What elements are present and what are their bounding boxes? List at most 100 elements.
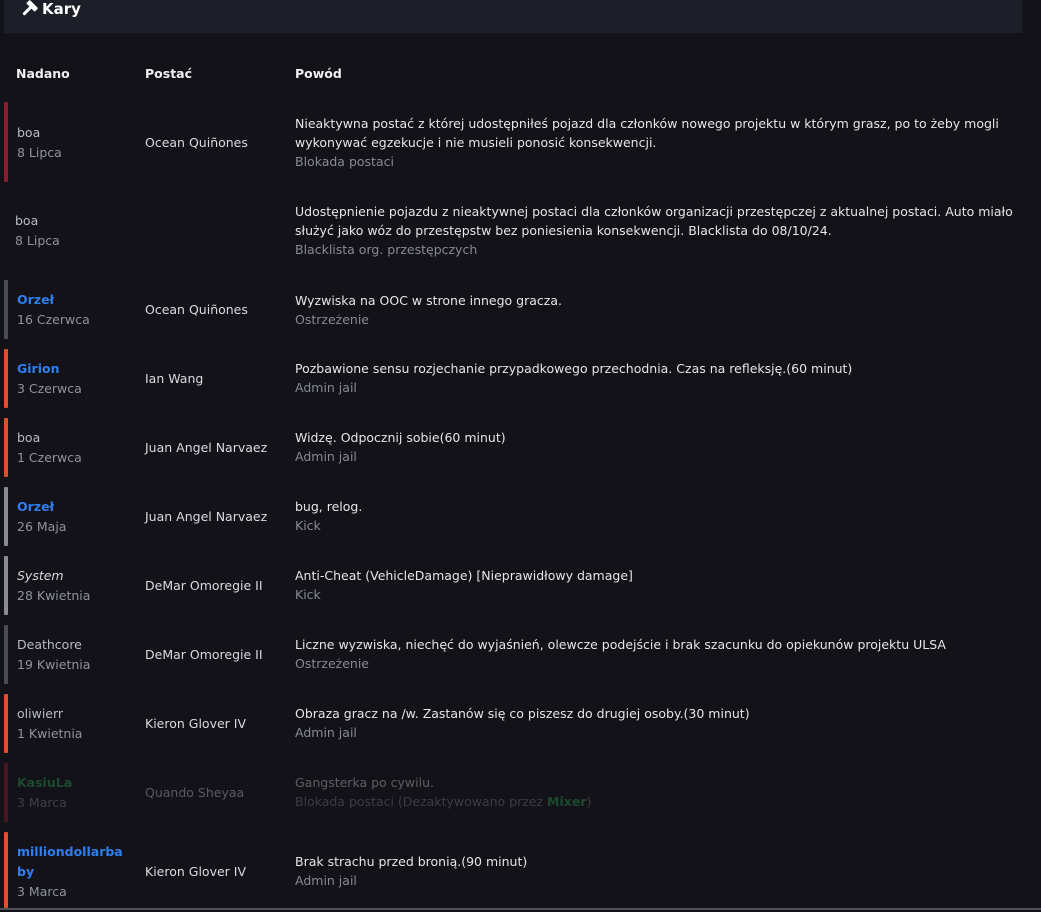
given-cell: Girion 3 Czerwca <box>17 359 137 399</box>
severity-bar <box>4 102 8 182</box>
character-name[interactable]: Juan Angel Narvaez <box>145 440 290 455</box>
reason-text: Obraza gracz na /w. Zastanów się co pisz… <box>295 706 750 721</box>
reason-text: Pozbawione sensu rozjechanie przypadkowe… <box>295 361 853 376</box>
given-cell: milliondollarbaby 3 Marca <box>17 842 123 902</box>
reason-cell: Obraza gracz na /w. Zastanów się co pisz… <box>295 704 1019 743</box>
admin-name[interactable]: Orzeł <box>17 497 137 517</box>
admin-name[interactable]: Orzeł <box>17 290 137 310</box>
admin-name[interactable]: boa <box>17 123 137 143</box>
penalty-type: Kick <box>295 518 321 533</box>
reason-text: Brak strachu przed bronią.(90 minut) <box>295 854 528 869</box>
penalty-type: Admin jail <box>295 725 357 740</box>
reason-cell: Gangsterka po cywilu. Blokada postaci (D… <box>295 773 1019 812</box>
table-row: oliwierr 1 Kwietnia Kieron Glover IV Obr… <box>0 694 1041 753</box>
table-header: Nadano Postać Powód <box>0 60 1041 86</box>
severity-bar <box>4 487 8 546</box>
admin-name[interactable]: boa <box>17 428 137 448</box>
penalty-type: Ostrzeżenie <box>295 312 369 327</box>
reason-cell: Anti-Cheat (VehicleDamage) [Nieprawidłow… <box>295 566 1019 605</box>
horizontal-scrollbar[interactable] <box>0 908 1041 910</box>
admin-name[interactable]: Deathcore <box>17 635 137 655</box>
admin-name[interactable]: oliwierr <box>17 704 137 724</box>
character-name[interactable]: DeMar Omoregie II <box>145 647 290 662</box>
deactivated-by-name[interactable]: Mixer <box>547 794 586 809</box>
penalty-date: 1 Kwietnia <box>17 726 83 741</box>
character-name[interactable]: Juan Angel Narvaez <box>145 509 290 524</box>
penalty-type: Admin jail <box>295 449 357 464</box>
penalty-type: Kick <box>295 587 321 602</box>
admin-name[interactable]: Girion <box>17 359 137 379</box>
severity-bar <box>4 418 8 477</box>
column-header-character: Postać <box>145 66 193 81</box>
penalty-date: 16 Czerwca <box>17 312 90 327</box>
reason-cell: Udostępnienie pojazdu z nieaktywnej post… <box>295 202 1019 260</box>
penalty-type: Admin jail <box>295 380 357 395</box>
table-row: Girion 3 Czerwca Ian Wang Pozbawione sen… <box>0 349 1041 408</box>
table-row: milliondollarbaby 3 Marca Kieron Glover … <box>0 832 1041 908</box>
reason-cell: Widzę. Odpocznij sobie(60 minut) Admin j… <box>295 428 1019 467</box>
reason-text: Udostępnienie pojazdu z nieaktywnej post… <box>295 204 1013 238</box>
character-name[interactable]: Kieron Glover IV <box>145 864 290 879</box>
severity-bar <box>4 349 8 408</box>
table-row: KasiuLa 3 Marca Quando Sheyaa Gangsterka… <box>0 763 1041 822</box>
reason-text: Liczne wyzwiska, niechęć do wyjaśnień, o… <box>295 637 946 652</box>
reason-cell: Pozbawione sensu rozjechanie przypadkowe… <box>295 359 1019 398</box>
page-header: Kary <box>4 0 1022 33</box>
given-cell: boa 1 Czerwca <box>17 428 137 468</box>
column-header-reason: Powód <box>295 66 342 81</box>
penalty-date: 26 Maja <box>17 519 67 534</box>
penalty-date: 8 Lipca <box>17 145 62 160</box>
given-cell: oliwierr 1 Kwietnia <box>17 704 137 744</box>
admin-name[interactable]: milliondollarbaby <box>17 842 123 882</box>
character-name[interactable]: Ocean Quiñones <box>145 135 290 150</box>
penalty-date: 3 Marca <box>17 884 67 899</box>
given-cell: Deathcore 19 Kwietnia <box>17 635 137 675</box>
character-name[interactable]: Quando Sheyaa <box>145 785 290 800</box>
hammer-icon <box>22 0 38 16</box>
penalty-type: Blokada postaci (Dezaktywowano przez Mix… <box>295 792 1019 812</box>
admin-name: System <box>17 568 64 583</box>
given-cell: KasiuLa 3 Marca <box>17 773 137 813</box>
admin-name[interactable]: KasiuLa <box>17 773 137 793</box>
penalty-date: 3 Czerwca <box>17 381 82 396</box>
character-name[interactable]: DeMar Omoregie II <box>145 578 290 593</box>
penalty-type: Blacklista org. przestępczych <box>295 242 478 257</box>
severity-bar <box>4 763 8 822</box>
character-name[interactable]: Ian Wang <box>145 371 290 386</box>
penalty-type: Admin jail <box>295 873 357 888</box>
reason-cell: Liczne wyzwiska, niechęć do wyjaśnień, o… <box>295 635 1019 674</box>
given-cell: boa 8 Lipca <box>15 211 135 251</box>
reason-text: Widzę. Odpocznij sobie(60 minut) <box>295 430 506 445</box>
severity-bar <box>4 694 8 753</box>
penalty-date: 1 Czerwca <box>17 450 82 465</box>
given-cell: boa 8 Lipca <box>17 123 137 163</box>
reason-text: Anti-Cheat (VehicleDamage) [Nieprawidłow… <box>295 568 633 583</box>
given-cell: Orzeł 16 Czerwca <box>17 290 137 330</box>
table-row: boa 8 Lipca Ocean Quiñones Nieaktywna po… <box>0 102 1041 182</box>
penalty-date: 19 Kwietnia <box>17 657 91 672</box>
column-header-given: Nadano <box>16 66 70 81</box>
reason-text: bug, relog. <box>295 499 363 514</box>
admin-name[interactable]: boa <box>15 211 135 231</box>
penalty-type: Blokada postaci <box>295 154 394 169</box>
penalty-date: 28 Kwietnia <box>17 588 91 603</box>
table-row: Deathcore 19 Kwietnia DeMar Omoregie II … <box>0 625 1041 684</box>
reason-text: Gangsterka po cywilu. <box>295 775 434 790</box>
given-cell: Orzeł 26 Maja <box>17 497 137 537</box>
penalty-date: 8 Lipca <box>15 233 60 248</box>
table-row: boa 8 Lipca Udostępnienie pojazdu z niea… <box>0 191 1041 271</box>
reason-text: Wyzwiska na OOC w strone innego gracza. <box>295 293 562 308</box>
character-name[interactable]: Ocean Quiñones <box>145 302 290 317</box>
severity-bar <box>4 280 8 339</box>
given-cell: System 28 Kwietnia <box>17 566 137 606</box>
penalty-type: Ostrzeżenie <box>295 656 369 671</box>
table-row: System 28 Kwietnia DeMar Omoregie II Ant… <box>0 556 1041 615</box>
severity-bar <box>4 832 8 908</box>
reason-cell: Nieaktywna postać z której udostępniłeś … <box>295 114 1019 172</box>
reason-text: Nieaktywna postać z której udostępniłeś … <box>295 116 999 150</box>
page-title: Kary <box>42 0 81 18</box>
reason-cell: Brak strachu przed bronią.(90 minut) Adm… <box>295 852 1019 891</box>
table-row: boa 1 Czerwca Juan Angel Narvaez Widzę. … <box>0 418 1041 477</box>
character-name[interactable]: Kieron Glover IV <box>145 716 290 731</box>
penalty-date: 3 Marca <box>17 795 67 810</box>
